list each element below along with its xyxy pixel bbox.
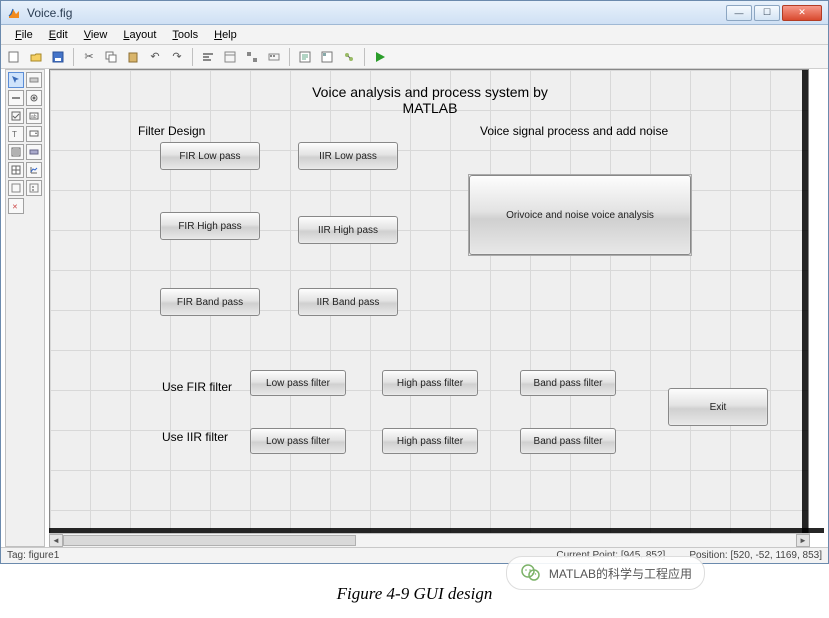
figure-caption: Figure 4-9 GUI design <box>0 584 829 604</box>
text-tool-icon[interactable]: T <box>8 126 24 142</box>
paste-icon[interactable] <box>124 48 142 66</box>
titlebar: Voice.fig — ☐ ✕ <box>1 1 828 25</box>
fir-band-button[interactable]: FIR Band pass <box>160 288 260 316</box>
menu-view[interactable]: View <box>76 27 116 43</box>
open-icon[interactable] <box>27 48 45 66</box>
toggle-tool-icon[interactable] <box>26 144 42 160</box>
save-icon[interactable] <box>49 48 67 66</box>
orivoice-button[interactable]: Orivoice and noise voice analysis <box>469 175 691 255</box>
radio-tool-icon[interactable] <box>26 90 42 106</box>
svg-text:✕: ✕ <box>12 204 18 211</box>
copy-icon[interactable] <box>102 48 120 66</box>
wechat-icon <box>519 561 543 585</box>
tab-order-icon[interactable] <box>243 48 261 66</box>
fir-bandpassfilter-button[interactable]: Band pass filter <box>520 370 616 396</box>
activex-tool-icon[interactable]: ✕ <box>8 198 24 214</box>
iir-band-button[interactable]: IIR Band pass <box>298 288 398 316</box>
iir-high-button[interactable]: IIR High pass <box>298 216 398 244</box>
section-noise-label: Voice signal process and add noise <box>480 124 668 138</box>
fir-low-button[interactable]: FIR Low pass <box>160 142 260 170</box>
svg-text:T: T <box>12 130 17 139</box>
canvas-boundary-right <box>802 70 808 547</box>
popup-tool-icon[interactable] <box>26 126 42 142</box>
editor-icon[interactable] <box>296 48 314 66</box>
scroll-right-icon[interactable]: ► <box>796 534 810 547</box>
component-palette: ab T ✕ <box>5 69 45 547</box>
menubar: File Edit View Layout Tools Help <box>1 25 828 45</box>
status-position: Position: [520, -52, 1169, 853] <box>689 550 822 561</box>
menu-editor-icon[interactable] <box>221 48 239 66</box>
gui-canvas[interactable]: Voice analysis and process system by MAT… <box>49 69 809 547</box>
app-icon <box>7 6 21 20</box>
select-tool-icon[interactable] <box>8 72 24 88</box>
run-icon[interactable] <box>371 48 389 66</box>
use-fir-label: Use FIR filter <box>162 380 232 394</box>
property-inspector-icon[interactable] <box>318 48 336 66</box>
workspace: ab T ✕ Voice analysis and process system… <box>1 69 828 547</box>
align-icon[interactable] <box>199 48 217 66</box>
section-filter-label: Filter Design <box>138 124 205 138</box>
cut-icon[interactable]: ✂ <box>80 48 98 66</box>
status-tag: Tag: figure1 <box>7 550 59 561</box>
table-tool-icon[interactable] <box>8 162 24 178</box>
iir-low-button[interactable]: IIR Low pass <box>298 142 398 170</box>
orivoice-panel[interactable]: Orivoice and noise voice analysis <box>468 174 692 256</box>
main-window: Voice.fig — ☐ ✕ File Edit View Layout To… <box>0 0 829 564</box>
maximize-button[interactable]: ☐ <box>754 5 780 21</box>
menu-file[interactable]: File <box>7 27 41 43</box>
buttongroup-tool-icon[interactable] <box>26 180 42 196</box>
scroll-left-icon[interactable]: ◄ <box>49 534 63 547</box>
exit-button[interactable]: Exit <box>668 388 768 426</box>
menu-edit[interactable]: Edit <box>41 27 76 43</box>
pushbutton-tool-icon[interactable] <box>26 72 42 88</box>
new-icon[interactable] <box>5 48 23 66</box>
scroll-track[interactable] <box>63 534 796 547</box>
undo-icon[interactable]: ↶ <box>146 48 164 66</box>
edit-tool-icon[interactable]: ab <box>26 108 42 124</box>
svg-text:ab: ab <box>31 114 37 120</box>
listbox-tool-icon[interactable] <box>8 144 24 160</box>
object-browser-icon[interactable] <box>340 48 358 66</box>
redo-icon[interactable]: ↷ <box>168 48 186 66</box>
statusbar: Tag: figure1 Current Point: [945, 852] P… <box>1 547 828 563</box>
window-title: Voice.fig <box>27 6 726 20</box>
slider-tool-icon[interactable] <box>8 90 24 106</box>
toolbar: ✂ ↶ ↷ <box>1 45 828 69</box>
fir-lowpassfilter-button[interactable]: Low pass filter <box>250 370 346 396</box>
menu-help[interactable]: Help <box>206 27 245 43</box>
checkbox-tool-icon[interactable] <box>8 108 24 124</box>
iir-bandpassfilter-button[interactable]: Band pass filter <box>520 428 616 454</box>
panel-tool-icon[interactable] <box>8 180 24 196</box>
axes-tool-icon[interactable] <box>26 162 42 178</box>
window-buttons: — ☐ ✕ <box>726 5 822 21</box>
menu-layout[interactable]: Layout <box>115 27 164 43</box>
horizontal-scrollbar[interactable]: ◄ ► <box>49 533 810 547</box>
iir-highpassfilter-button[interactable]: High pass filter <box>382 428 478 454</box>
iir-lowpassfilter-button[interactable]: Low pass filter <box>250 428 346 454</box>
fir-highpassfilter-button[interactable]: High pass filter <box>382 370 478 396</box>
canvas-wrap: Voice analysis and process system by MAT… <box>49 69 824 547</box>
channel-text: MATLAB的科学与工程应用 <box>549 565 692 582</box>
toolbar-editor-icon[interactable] <box>265 48 283 66</box>
menu-tools[interactable]: Tools <box>164 27 206 43</box>
close-button[interactable]: ✕ <box>782 5 822 21</box>
minimize-button[interactable]: — <box>726 5 752 21</box>
fir-high-button[interactable]: FIR High pass <box>160 212 260 240</box>
title-line2: MATLAB <box>50 100 810 116</box>
use-iir-label: Use IIR filter <box>162 430 228 444</box>
title-line1: Voice analysis and process system by <box>50 84 810 100</box>
scroll-thumb[interactable] <box>63 535 356 546</box>
